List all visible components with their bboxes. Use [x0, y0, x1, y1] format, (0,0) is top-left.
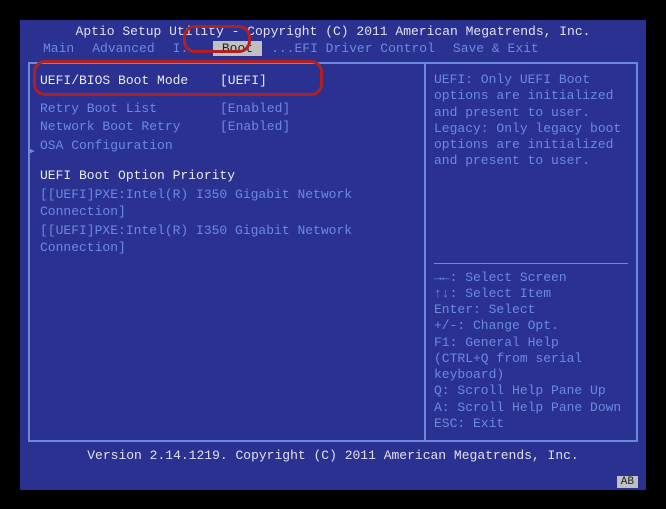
hint-enter: Enter: Select: [434, 302, 628, 318]
menu-save-exit[interactable]: Save & Exit: [444, 41, 548, 56]
menu-uefi-driver[interactable]: ...EFI Driver Control: [262, 41, 444, 56]
hint-change-opt: +/-: Change Opt.: [434, 318, 628, 334]
menu-main[interactable]: Main: [34, 41, 83, 56]
hint-scroll-down: A: Scroll Help Pane Down: [434, 400, 628, 416]
network-retry-value: [Enabled]: [220, 118, 290, 136]
version-footer: Version 2.14.1219. Copyright (C) 2011 Am…: [20, 444, 646, 463]
help-text: UEFI: Only UEFI Boot options are initial…: [434, 72, 628, 257]
boot-entry-2[interactable]: [[UEFI]PXE:Intel(R) I350 Gigabit Network…: [40, 223, 414, 257]
menu-bar: Main Advanced I... Boot ...EFI Driver Co…: [20, 41, 646, 56]
utility-title: Aptio Setup Utility - Copyright (C) 2011…: [20, 24, 646, 39]
network-retry-label: Network Boot Retry: [40, 118, 220, 136]
key-hints: →←: Select Screen ↑↓: Select Item Enter:…: [434, 270, 628, 433]
options-pane: ▶ UEFI/BIOS Boot Mode [UEFI] Retry Boot …: [30, 64, 426, 440]
hint-f1: F1: General Help: [434, 335, 628, 351]
help-divider: [434, 263, 628, 264]
hint-ctrlq: (CTRL+Q from serial keyboard): [434, 351, 628, 384]
menu-boot[interactable]: Boot: [213, 41, 262, 56]
osa-config-label: OSA Configuration: [40, 137, 220, 155]
submenu-arrow-icon: ▶: [28, 144, 35, 158]
priority-heading: UEFI Boot Option Priority: [40, 167, 414, 185]
ab-badge: AB: [617, 476, 638, 488]
content-frame: ▶ UEFI/BIOS Boot Mode [UEFI] Retry Boot …: [28, 62, 638, 442]
help-pane: UEFI: Only UEFI Boot options are initial…: [426, 64, 636, 440]
hint-select-item: ↑↓: Select Item: [434, 286, 628, 302]
menu-advanced[interactable]: Advanced: [83, 41, 163, 56]
boot-mode-option[interactable]: UEFI/BIOS Boot Mode [UEFI]: [40, 72, 414, 90]
retry-boot-value: [Enabled]: [220, 100, 290, 118]
hint-esc: ESC: Exit: [434, 416, 628, 432]
network-retry-option[interactable]: Network Boot Retry [Enabled]: [40, 118, 414, 136]
retry-boot-label: Retry Boot List: [40, 100, 220, 118]
retry-boot-option[interactable]: Retry Boot List [Enabled]: [40, 100, 414, 118]
menu-io[interactable]: I...: [164, 41, 213, 56]
hint-scroll-up: Q: Scroll Help Pane Up: [434, 383, 628, 399]
boot-mode-label: UEFI/BIOS Boot Mode: [40, 72, 220, 90]
boot-entry-1[interactable]: [[UEFI]PXE:Intel(R) I350 Gigabit Network…: [40, 187, 414, 221]
boot-mode-value: [UEFI]: [220, 72, 267, 90]
osa-config-option[interactable]: OSA Configuration: [40, 137, 414, 155]
hint-select-screen: →←: Select Screen: [434, 270, 628, 286]
